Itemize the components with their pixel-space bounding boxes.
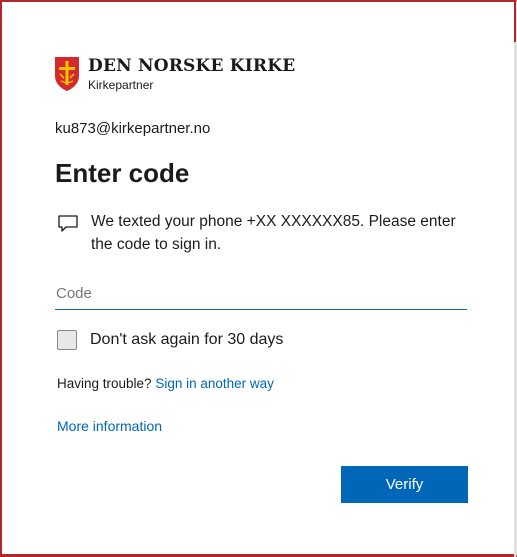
sign-in-card: DEN NORSKE KIRKE Kirkepartner ku873@kirk… — [0, 0, 517, 557]
org-subtitle: Kirkepartner — [88, 78, 154, 92]
code-input[interactable] — [55, 278, 467, 310]
card-edge — [514, 2, 516, 557]
remember-checkbox[interactable] — [57, 330, 77, 350]
account-email: ku873@kirkepartner.no — [55, 120, 211, 137]
remember-device-row[interactable]: Don't ask again for 30 days — [57, 330, 283, 350]
verify-button[interactable]: Verify — [341, 466, 468, 503]
page-title: Enter code — [55, 158, 190, 188]
sign-in-another-way-link[interactable]: Sign in another way — [155, 376, 274, 391]
more-information-link[interactable]: More information — [57, 418, 162, 434]
brand-logo: DEN NORSKE KIRKE Kirkepartner — [54, 56, 295, 92]
trouble-prefix: Having trouble? — [57, 376, 152, 391]
sms-message: We texted your phone +XX XXXXXX85. Pleas… — [57, 210, 467, 256]
church-crest-icon — [55, 57, 79, 91]
trouble-text: Having trouble? Sign in another way — [57, 376, 274, 391]
org-name: DEN NORSKE KIRKE — [88, 56, 296, 76]
brand-text: DEN NORSKE KIRKE Kirkepartner — [88, 56, 295, 92]
chat-bubble-icon — [58, 215, 78, 232]
message-text: We texted your phone +XX XXXXXX85. Pleas… — [91, 213, 456, 253]
remember-label[interactable]: Don't ask again for 30 days — [90, 331, 283, 349]
